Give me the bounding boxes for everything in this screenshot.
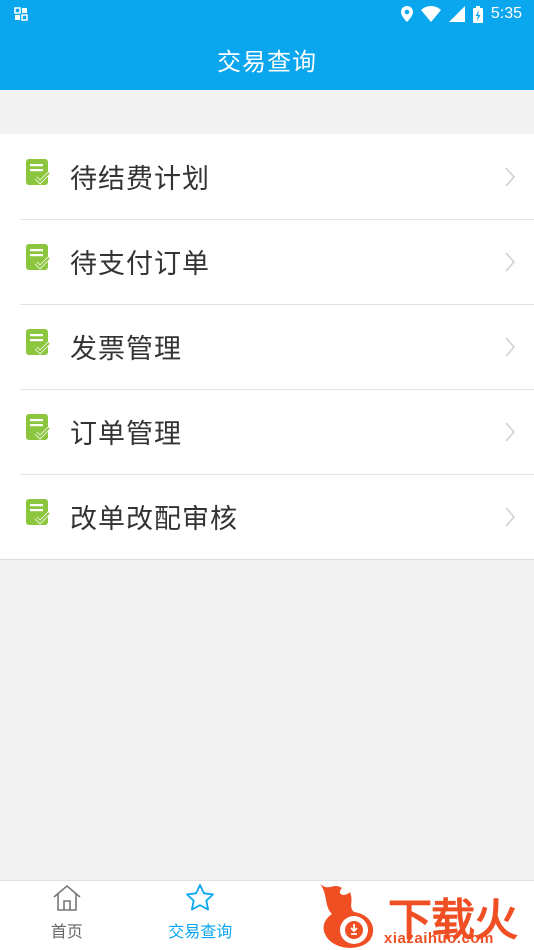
menu-item-label: 发票管理: [70, 334, 182, 365]
menu-item-label: 待结费计划: [70, 164, 210, 195]
watermark-logo: 下载火 xiazaihuo.com: [314, 878, 534, 950]
home-icon: [53, 884, 81, 911]
chevron-right-icon: [505, 422, 516, 441]
chevron-right-icon: [505, 337, 516, 356]
status-bar: 5:35: [0, 0, 534, 28]
tab-transaction-query[interactable]: 交易查询: [134, 881, 268, 950]
signal-icon: [448, 6, 465, 22]
menu-item-order-management[interactable]: 订单管理: [0, 389, 534, 474]
tab-home[interactable]: 首页: [0, 881, 134, 950]
document-check-icon: [26, 328, 50, 355]
location-icon: [400, 6, 413, 22]
menu-item-pending-payment-order[interactable]: 待支付订单: [0, 219, 534, 304]
document-check-icon: [26, 158, 50, 185]
flame-logo-icon: [320, 884, 374, 948]
app-bar: 交易查询: [0, 28, 534, 90]
wifi-icon: [420, 6, 441, 22]
menu-list: 待结费计划 待支付订单 发票管理 订单管理 改单改配审核: [0, 134, 534, 560]
document-check-icon: [26, 498, 50, 525]
menu-item-invoice-management[interactable]: 发票管理: [0, 304, 534, 389]
chevron-right-icon: [505, 252, 516, 271]
document-check-icon: [26, 243, 50, 270]
tab-label: 交易查询: [168, 922, 233, 941]
page-title: 交易查询: [217, 47, 317, 76]
menu-item-label: 订单管理: [70, 419, 182, 450]
watermark-site: xiazaihuo.com: [384, 930, 494, 947]
status-time: 5:35: [490, 5, 522, 22]
star-icon: [186, 884, 215, 911]
menu-item-label: 待支付订单: [70, 249, 210, 280]
battery-icon: [472, 5, 483, 23]
chevron-right-icon: [505, 167, 516, 186]
menu-item-label: 改单改配审核: [70, 504, 238, 535]
notification-icon: [14, 7, 28, 21]
menu-item-pending-fee-plan[interactable]: 待结费计划: [0, 134, 534, 219]
menu-item-order-change-review[interactable]: 改单改配审核: [0, 474, 534, 559]
document-check-icon: [26, 413, 50, 440]
tab-label: 首页: [50, 922, 83, 941]
chevron-right-icon: [505, 507, 516, 526]
